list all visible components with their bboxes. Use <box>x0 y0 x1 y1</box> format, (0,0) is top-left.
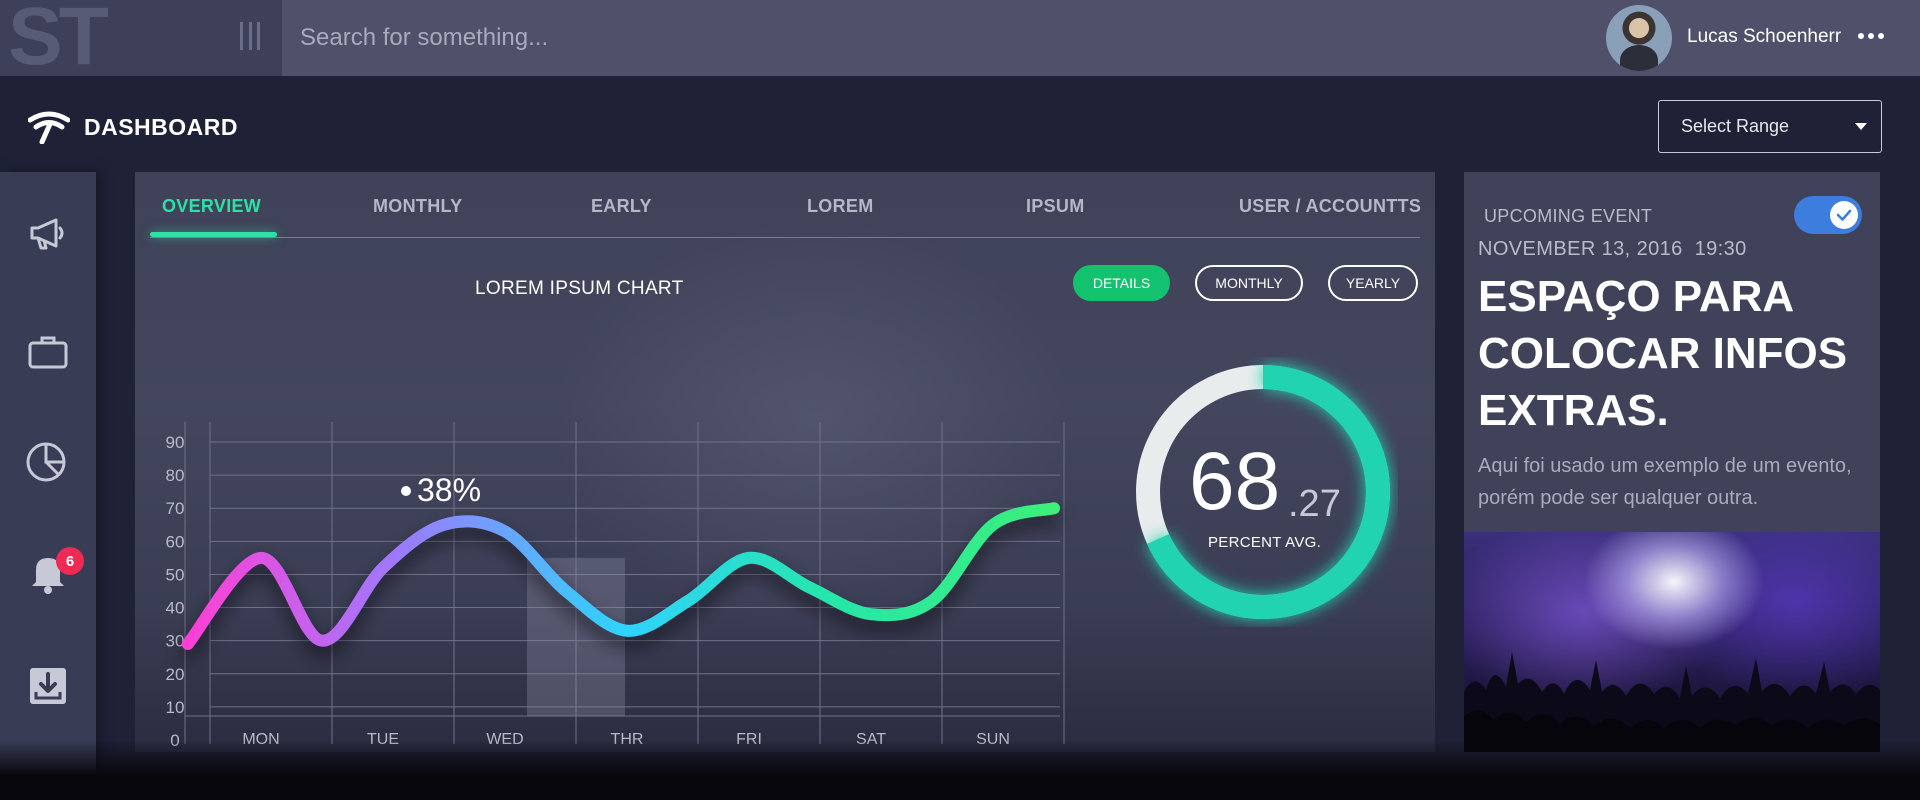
tab-monthly[interactable]: MONTHLY <box>373 196 462 217</box>
event-date: NOVEMBER 13, 2016 19:30 <box>1478 238 1747 260</box>
dashboard-logo-icon <box>28 111 70 144</box>
crowd-silhouette <box>1464 652 1880 752</box>
donut-value: 68 <box>1189 436 1281 527</box>
page-title: DASHBOARD <box>84 114 238 140</box>
check-icon <box>1836 209 1852 221</box>
highlight-point <box>401 485 411 496</box>
highlight-bar <box>527 557 625 716</box>
avatar[interactable] <box>1606 5 1672 71</box>
y-tick-label: 0 <box>170 731 179 750</box>
highlight-label: 38% <box>417 472 481 508</box>
details-button[interactable]: DETAILS <box>1073 265 1170 301</box>
monthly-button[interactable]: MONTHLY <box>1195 265 1303 301</box>
y-tick-label: 30 <box>166 632 185 651</box>
x-tick-label: SUN <box>976 731 1010 748</box>
x-tick-label: THR <box>611 731 644 748</box>
y-tick-label: 50 <box>166 565 185 584</box>
donut-label: PERCENT AVG. <box>1208 534 1322 551</box>
overview-card: OVERVIEW MONTHLY EARLY LOREM IPSUM USER … <box>135 172 1435 752</box>
y-tick-label: 70 <box>166 499 185 518</box>
event-toggle[interactable] <box>1794 196 1862 234</box>
logo-block: ST <box>0 0 282 82</box>
y-tick-label: 40 <box>166 599 185 618</box>
tab-ipsum[interactable]: IPSUM <box>1026 196 1085 217</box>
caret-down-icon <box>1855 123 1867 130</box>
y-tick-label: 20 <box>166 665 185 684</box>
event-heading: ESPAÇO PARA COLOCAR INFOS EXTRAS. <box>1478 272 1848 435</box>
event-image <box>1464 532 1880 752</box>
megaphone-icon[interactable] <box>24 208 72 256</box>
briefcase-icon[interactable] <box>24 328 72 376</box>
range-select-label: Select Range <box>1681 116 1790 136</box>
x-tick-label: WED <box>486 731 523 748</box>
event-card: UPCOMING EVENT NOVEMBER 13, 2016 19:30 E… <box>1464 172 1880 752</box>
tab-bar: OVERVIEW MONTHLY EARLY LOREM IPSUM USER … <box>150 172 1421 238</box>
tab-overview[interactable]: OVERVIEW <box>162 196 261 217</box>
yearly-button[interactable]: YEARLY <box>1328 265 1418 301</box>
y-tick-label: 60 <box>166 532 185 551</box>
tab-early[interactable]: EARLY <box>591 196 652 217</box>
notification-badge: 6 <box>56 547 84 575</box>
event-description: Aqui foi usado um exemplo de um evento, … <box>1478 455 1852 509</box>
x-tick-label: FRI <box>736 731 762 748</box>
top-bar: ST Lucas Schoenherr <box>0 0 1920 82</box>
sidebar <box>0 172 96 800</box>
x-tick-label: TUE <box>367 731 399 748</box>
x-tick-label: MON <box>242 731 279 748</box>
pie-chart-icon[interactable] <box>24 436 72 484</box>
toggle-knob <box>1830 201 1858 229</box>
user-name[interactable]: Lucas Schoenherr <box>1687 26 1841 48</box>
more-options-icon[interactable] <box>1858 33 1884 39</box>
line-chart: 0 10 20 30 40 50 60 70 80 90 MON TUE WED THR FRI SAT SUN… <box>166 422 1065 750</box>
download-tray-icon[interactable] <box>24 662 72 710</box>
logo[interactable]: ST <box>8 0 109 82</box>
event-label: UPCOMING EVENT <box>1484 206 1653 226</box>
range-select[interactable]: Select Range <box>1658 100 1882 153</box>
tab-user-accounts[interactable]: USER / ACCOUNTTS <box>1239 196 1421 217</box>
menu-toggle-icon[interactable] <box>240 22 260 50</box>
x-tick-label: SAT <box>856 731 886 748</box>
y-tick-label: 10 <box>166 698 185 717</box>
y-tick-label: 90 <box>166 433 185 452</box>
search-input[interactable] <box>300 18 1000 58</box>
donut-decimal: .27 <box>1288 483 1341 525</box>
active-tab-indicator <box>150 232 277 237</box>
y-tick-label: 80 <box>166 466 185 485</box>
tab-lorem[interactable]: LOREM <box>807 196 874 217</box>
